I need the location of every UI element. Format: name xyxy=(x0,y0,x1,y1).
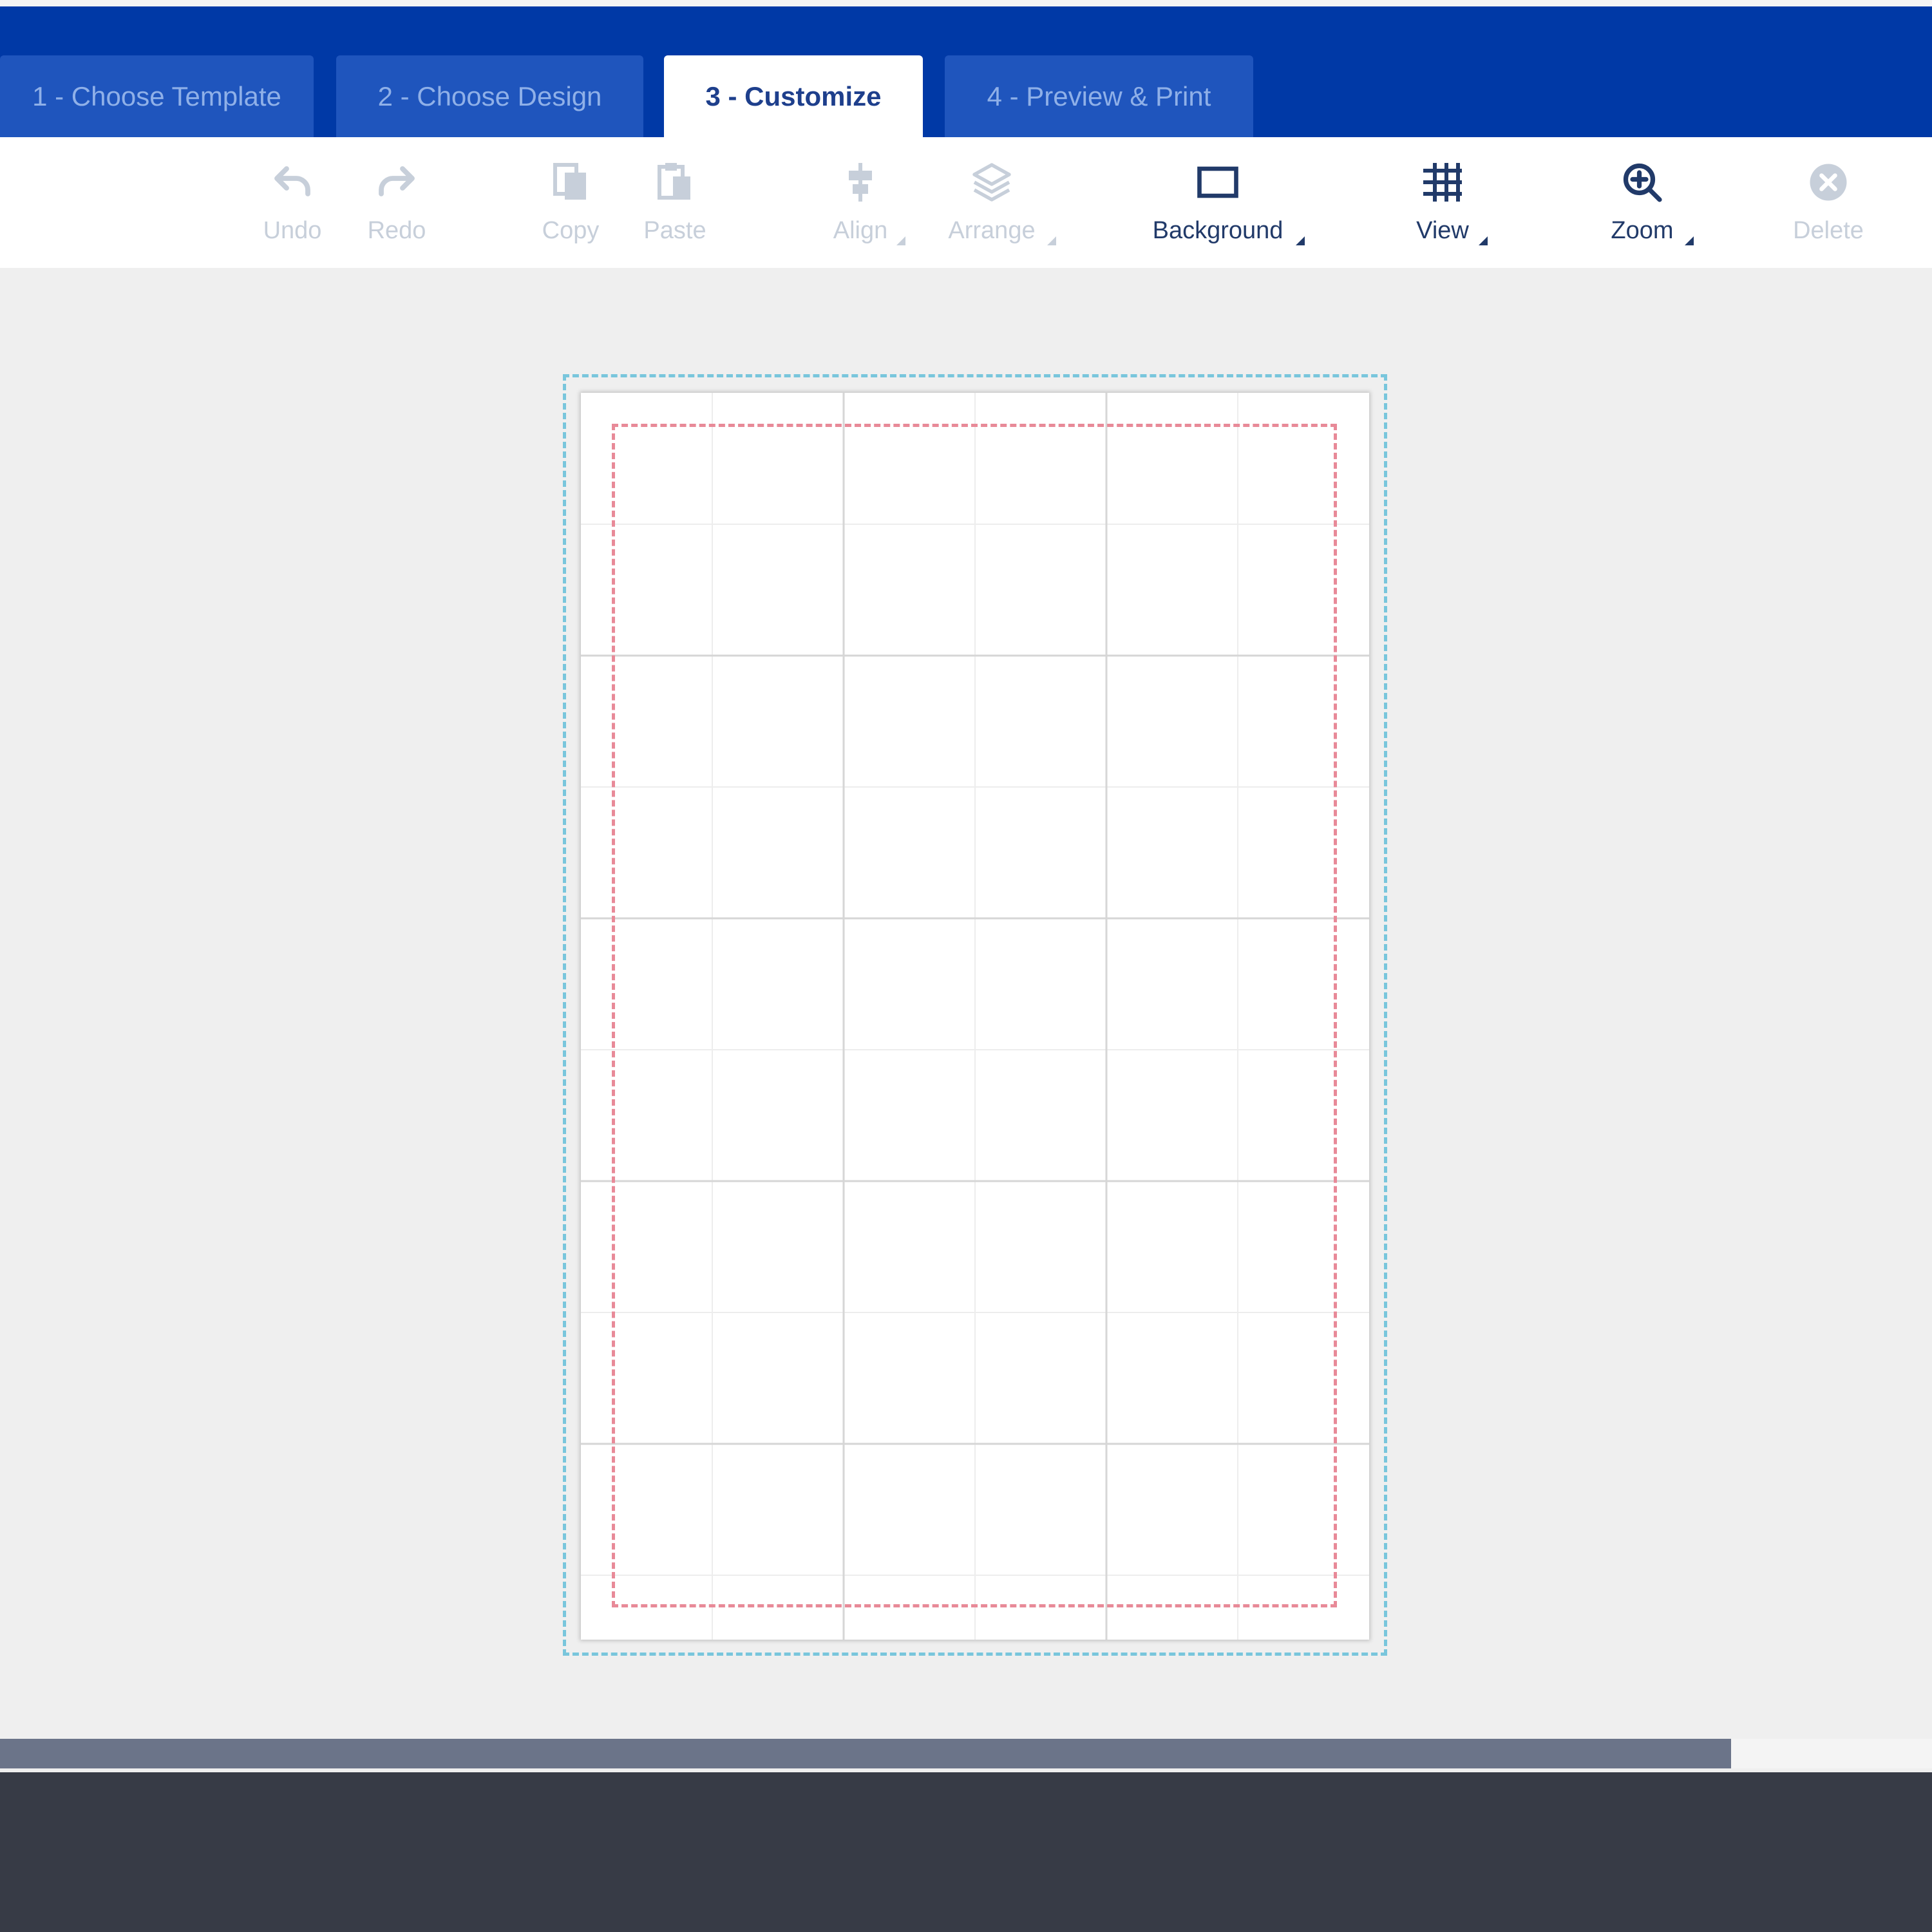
footer-bar xyxy=(0,1772,1932,1932)
paste-label: Paste xyxy=(643,217,706,244)
scrollbar-thumb[interactable] xyxy=(0,1739,1731,1768)
arrange-label: Arrange xyxy=(948,217,1036,244)
background-dropdown-caret xyxy=(1296,236,1305,245)
align-icon xyxy=(835,156,886,208)
design-workspace[interactable] xyxy=(0,268,1932,1739)
background-button[interactable]: Background xyxy=(1144,156,1305,260)
arrange-dropdown-caret xyxy=(1047,236,1056,245)
zoom-dropdown-caret xyxy=(1685,236,1694,245)
rectangle-icon xyxy=(1192,156,1244,208)
view-button[interactable]: View xyxy=(1410,156,1488,260)
view-label: View xyxy=(1416,217,1469,244)
redo-button[interactable]: Redo xyxy=(365,156,429,260)
paste-icon xyxy=(649,156,701,208)
tab-preview-print[interactable]: 4 - Preview & Print xyxy=(945,55,1253,137)
align-button[interactable]: Align xyxy=(828,156,905,260)
copy-icon xyxy=(545,156,596,208)
app-window: 1 - Choose Template 2 - Choose Design 3 … xyxy=(0,0,1932,1932)
paste-button[interactable]: Paste xyxy=(636,156,714,260)
undo-label: Undo xyxy=(263,217,322,244)
copy-label: Copy xyxy=(542,217,600,244)
zoom-button[interactable]: Zoom xyxy=(1604,156,1694,260)
zoom-label: Zoom xyxy=(1611,217,1674,244)
delete-icon xyxy=(1803,156,1854,208)
zoom-in-icon xyxy=(1616,156,1668,208)
tab-customize[interactable]: 3 - Customize xyxy=(664,55,923,137)
align-dropdown-caret xyxy=(896,236,905,245)
grid-icon xyxy=(1417,156,1468,208)
copy-button[interactable]: Copy xyxy=(538,156,603,260)
delete-button[interactable]: Delete xyxy=(1788,156,1869,260)
delete-label: Delete xyxy=(1793,217,1864,244)
top-edge xyxy=(0,0,1932,6)
step-tab-bar: 1 - Choose Template 2 - Choose Design 3 … xyxy=(0,0,1932,137)
undo-button[interactable]: Undo xyxy=(260,156,325,260)
arrange-button[interactable]: Arrange xyxy=(940,156,1056,260)
editor-toolbar: Undo Redo Copy Paste Align Arrange Backg… xyxy=(0,137,1932,268)
tab-choose-template[interactable]: 1 - Choose Template xyxy=(0,55,314,137)
view-dropdown-caret xyxy=(1479,236,1488,245)
layers-icon xyxy=(966,156,1018,208)
horizontal-scrollbar[interactable] xyxy=(0,1739,1932,1768)
tab-choose-design[interactable]: 2 - Choose Design xyxy=(336,55,643,137)
safe-area-guide xyxy=(612,424,1337,1607)
redo-label: Redo xyxy=(367,217,426,244)
align-label: Align xyxy=(833,217,888,244)
undo-icon xyxy=(267,156,318,208)
background-label: Background xyxy=(1152,217,1283,244)
redo-icon xyxy=(371,156,422,208)
